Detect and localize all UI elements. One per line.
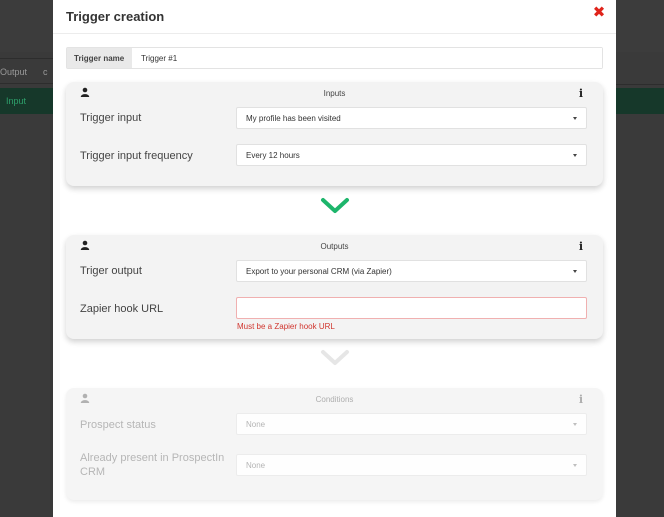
background-input-bar: Input xyxy=(0,88,53,114)
trigger-input-value: My profile has been visited xyxy=(246,114,341,123)
inputs-card-title: Inputs xyxy=(323,89,346,98)
chevron-down-faded-icon xyxy=(321,350,349,365)
chevron-down-icon xyxy=(573,270,577,273)
zapier-hook-url-label: Zapier hook URL xyxy=(80,303,164,315)
modal-header: Trigger creation ✖ xyxy=(53,0,616,34)
already-present-select[interactable]: None xyxy=(236,454,587,476)
info-icon[interactable]: i xyxy=(579,393,583,406)
trigger-name-row: Trigger name xyxy=(66,47,603,69)
modal-title: Trigger creation xyxy=(66,9,165,24)
trigger-input-label: Trigger input xyxy=(80,112,142,124)
trigger-output-value: Export to your personal CRM (via Zapier) xyxy=(246,267,392,276)
trigger-name-input[interactable] xyxy=(133,48,602,68)
background-tab-c: c xyxy=(43,67,48,77)
background-tab-output: Output xyxy=(0,67,28,77)
trigger-input-select[interactable]: My profile has been visited xyxy=(236,107,587,129)
conditions-card: Conditions i Prospect status None Alread… xyxy=(66,388,603,500)
conditions-card-title: Conditions xyxy=(315,395,354,404)
chevron-down-icon xyxy=(573,154,577,157)
chevron-down-green-icon xyxy=(321,198,349,213)
prospect-status-value: None xyxy=(246,420,266,429)
trigger-input-frequency-select[interactable]: Every 12 hours xyxy=(236,144,587,166)
trigger-output-label: Triger output xyxy=(80,265,142,277)
inputs-card-header: Inputs i xyxy=(66,82,603,102)
background-input-label: Input xyxy=(6,96,27,106)
info-icon[interactable]: i xyxy=(579,87,583,100)
chevron-down-icon xyxy=(573,464,577,467)
outputs-card-header: Outputs i xyxy=(66,235,603,255)
info-icon[interactable]: i xyxy=(579,240,583,253)
prospect-status-label: Prospect status xyxy=(80,419,156,431)
close-icon[interactable]: ✖ xyxy=(592,5,606,21)
trigger-output-select[interactable]: Export to your personal CRM (via Zapier) xyxy=(236,260,587,282)
trigger-input-frequency-label: Trigger input frequency xyxy=(80,150,193,162)
already-present-value: None xyxy=(246,461,266,470)
trigger-name-label: Trigger name xyxy=(67,48,132,68)
trigger-input-frequency-value: Every 12 hours xyxy=(246,151,300,160)
chevron-down-icon xyxy=(573,117,577,120)
zapier-hook-url-error: Must be a Zapier hook URL xyxy=(237,322,335,331)
background-tabs: Output c xyxy=(0,58,53,84)
trigger-creation-modal: Trigger creation ✖ Trigger name Inputs i… xyxy=(53,0,616,517)
background-divider xyxy=(616,84,664,85)
background-input-bar-right xyxy=(616,88,664,114)
outputs-card-title: Outputs xyxy=(320,242,349,251)
zapier-hook-url-input[interactable] xyxy=(236,297,587,319)
prospect-status-select[interactable]: None xyxy=(236,413,587,435)
conditions-card-header: Conditions i xyxy=(66,388,603,408)
chevron-down-icon xyxy=(573,423,577,426)
inputs-card: Inputs i Trigger input My profile has be… xyxy=(66,82,603,186)
already-present-label: Already present in ProspectIn CRM xyxy=(80,452,225,478)
outputs-card: Outputs i Triger output Export to your p… xyxy=(66,235,603,339)
